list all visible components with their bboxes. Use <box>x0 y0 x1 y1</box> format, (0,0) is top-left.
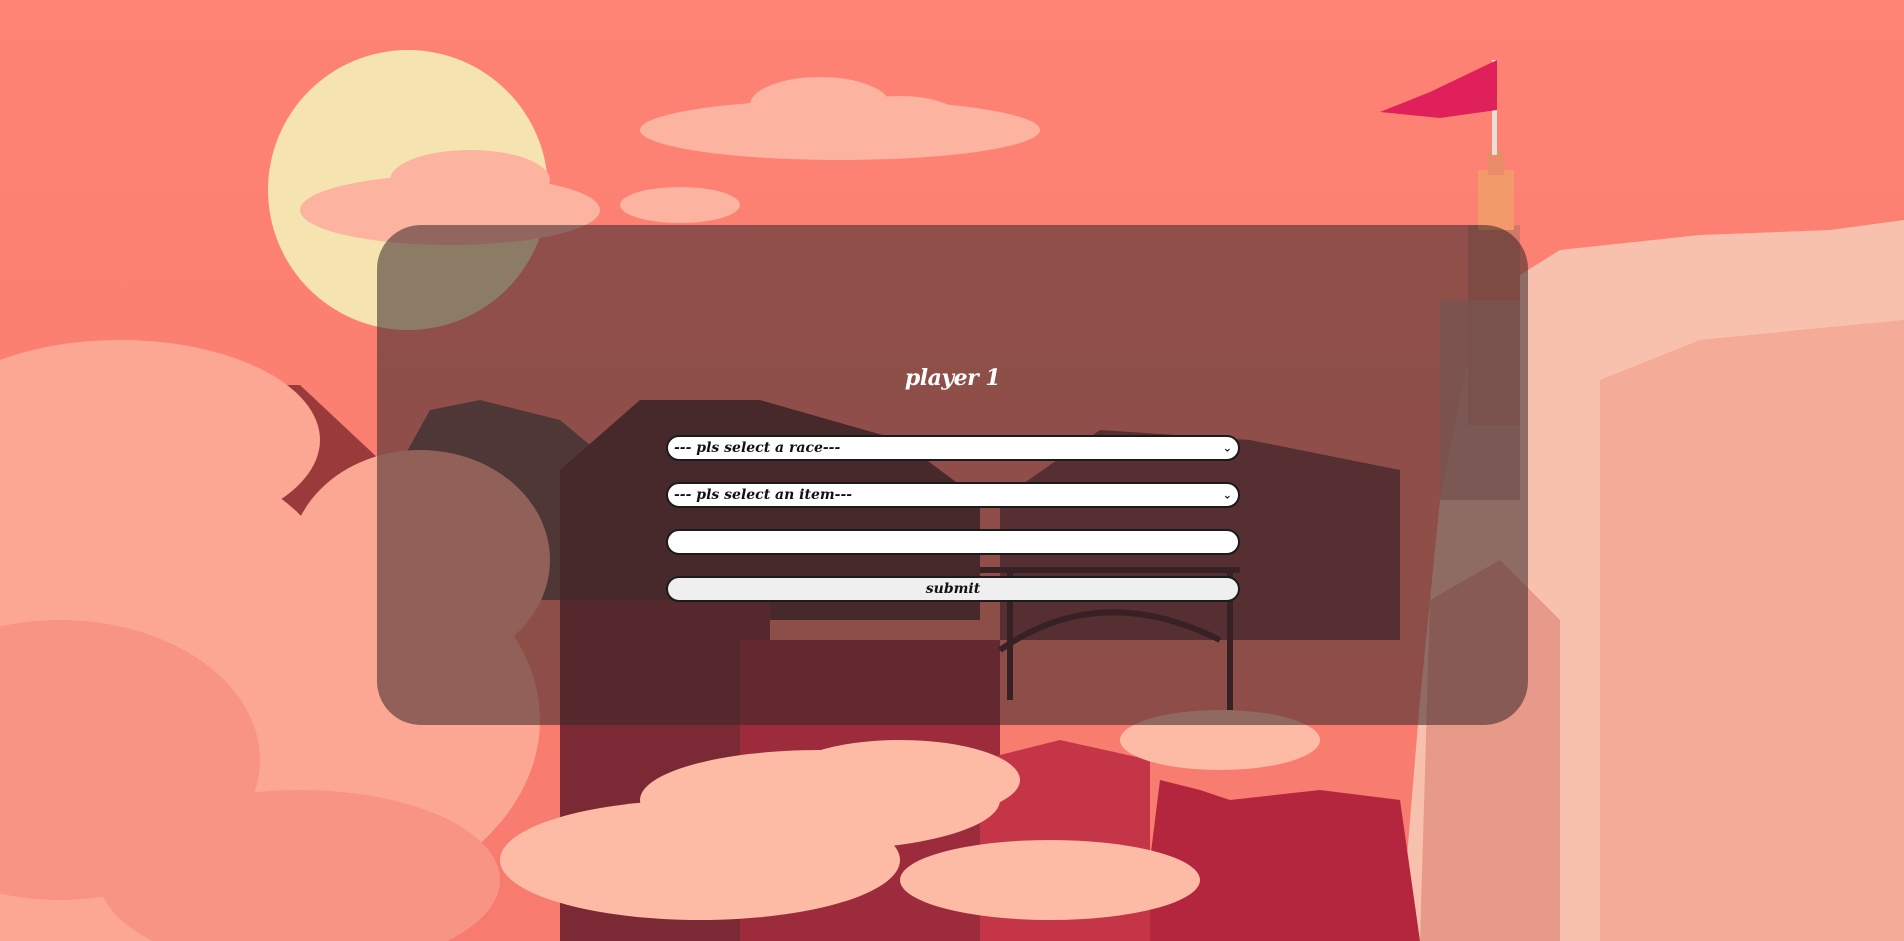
page-background: player 1 --- pls select a race--- ⌄ --- … <box>0 0 1904 941</box>
player-title: player 1 <box>904 365 1001 391</box>
chevron-down-icon: ⌄ <box>1222 441 1232 455</box>
item-select[interactable]: --- pls select an item--- ⌄ <box>666 482 1240 508</box>
race-select[interactable]: --- pls select a race--- ⌄ <box>666 435 1240 461</box>
player-form-panel: player 1 --- pls select a race--- ⌄ --- … <box>377 225 1528 725</box>
submit-button[interactable]: submit <box>666 576 1240 602</box>
race-select-value: --- pls select a race--- <box>674 440 841 456</box>
chevron-down-icon: ⌄ <box>1222 488 1232 502</box>
player-form: --- pls select a race--- ⌄ --- pls selec… <box>666 435 1240 602</box>
item-select-value: --- pls select an item--- <box>674 487 853 503</box>
name-input[interactable] <box>666 529 1240 555</box>
